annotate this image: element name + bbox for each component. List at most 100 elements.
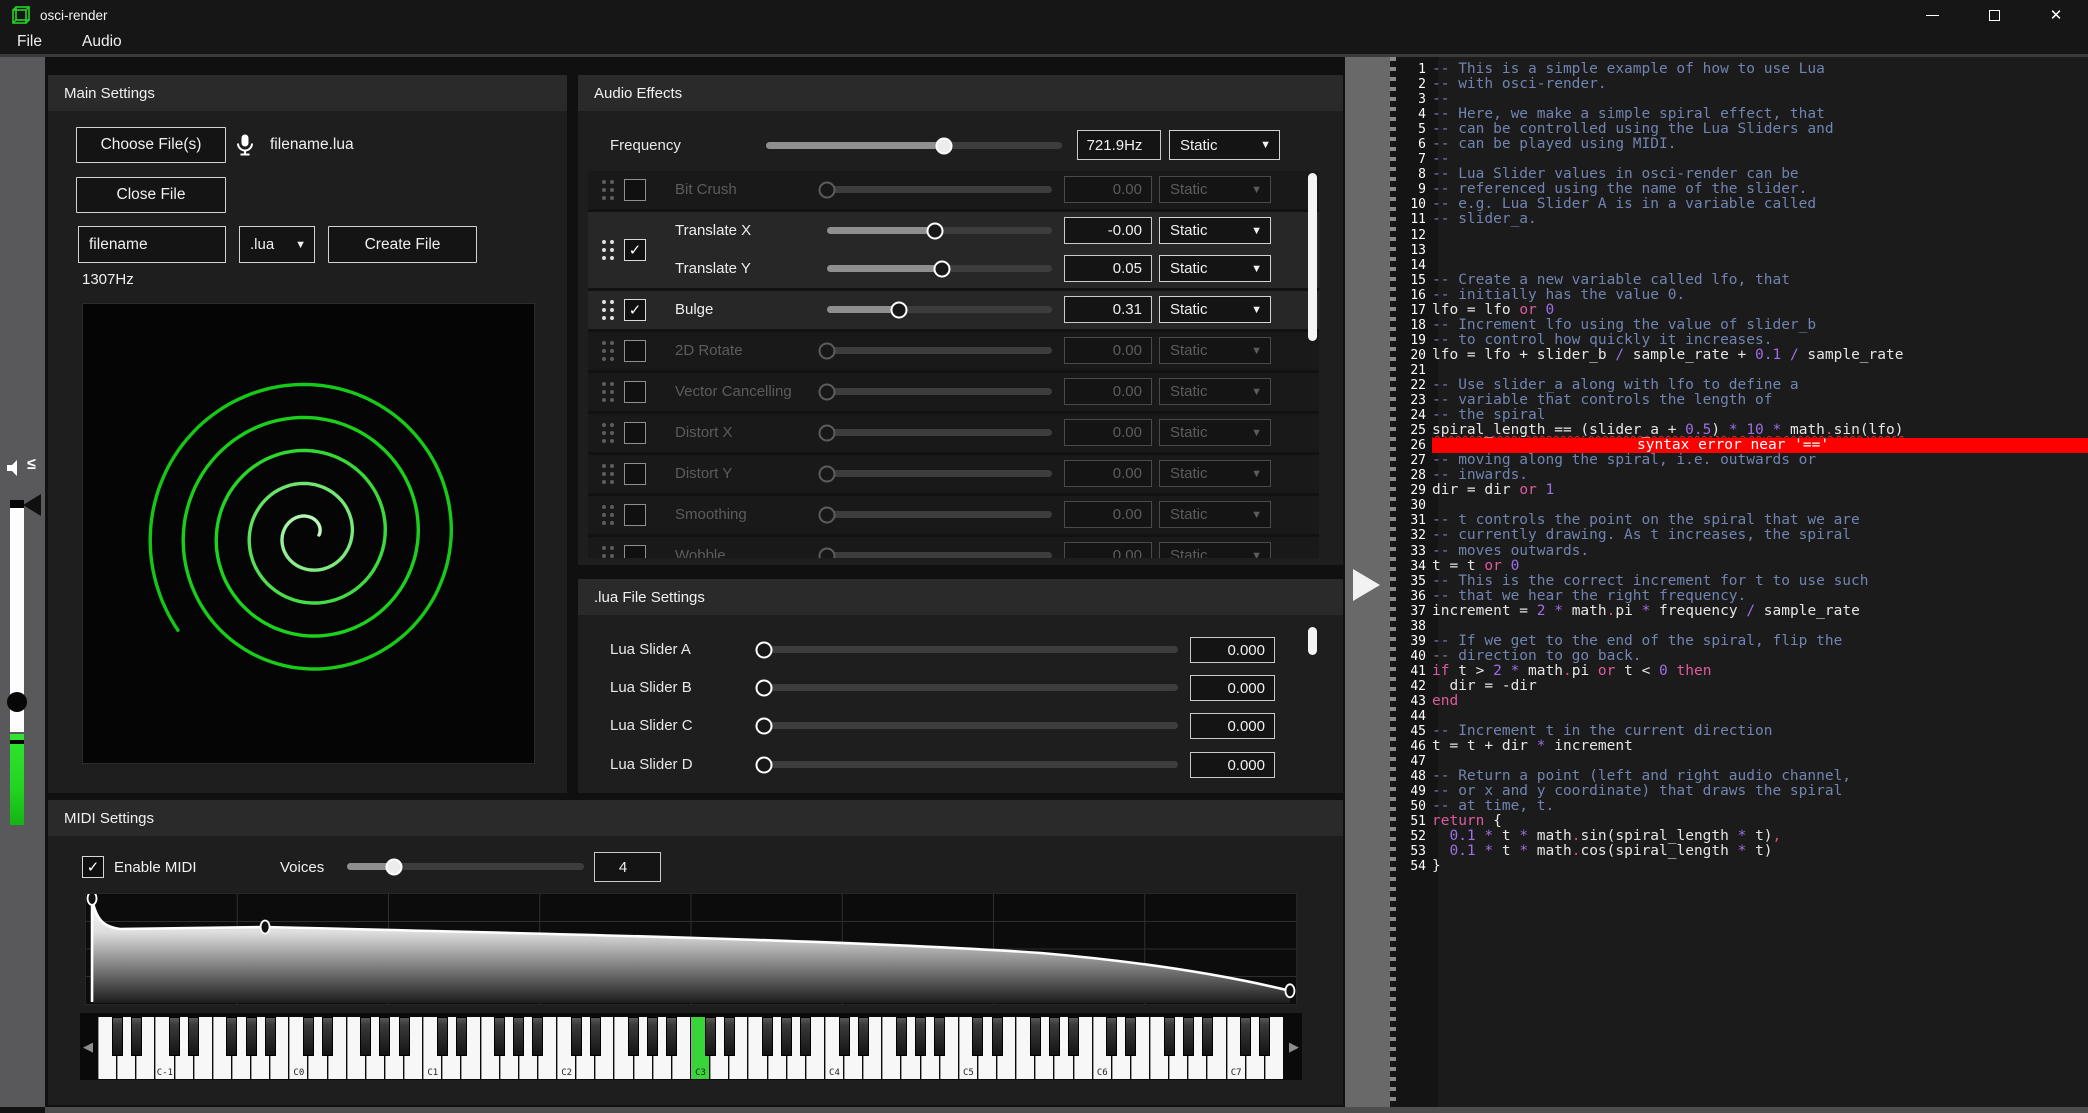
microphone-icon[interactable] (234, 133, 256, 157)
piano-key-black[interactable] (532, 1017, 543, 1056)
effect-slider-thumb[interactable] (819, 465, 836, 482)
voices-value-field[interactable]: 4 (594, 852, 661, 882)
effect-value-field[interactable]: 0.00 (1064, 176, 1152, 203)
effect-value-field[interactable]: 0.00 (1064, 337, 1152, 364)
keyboard-scroll-right-icon[interactable]: ▶ (1289, 1039, 1299, 1055)
piano-key-black[interactable] (456, 1017, 467, 1056)
effect-value-field[interactable]: 0.00 (1064, 460, 1152, 487)
effect-mode-dropdown[interactable]: Static▼ (1159, 501, 1271, 528)
effect-value-field[interactable]: -0.00 (1064, 217, 1152, 244)
effect-checkbox[interactable] (624, 422, 646, 444)
effect-checkbox[interactable]: ✓ (624, 239, 646, 261)
effect-slider-track[interactable] (827, 306, 1052, 313)
piano-key-black[interactable] (1106, 1017, 1117, 1056)
piano-key-black[interactable] (915, 1017, 926, 1056)
effect-slider-track[interactable] (827, 511, 1052, 518)
lua-slider-track[interactable] (764, 761, 1178, 768)
effect-checkbox[interactable]: ✓ (624, 299, 646, 321)
lua-slider-thumb[interactable] (756, 679, 773, 696)
effect-checkbox[interactable] (624, 463, 646, 485)
drag-handle-icon[interactable] (602, 423, 614, 443)
volume-marker-icon[interactable] (23, 494, 41, 516)
effect-slider-thumb[interactable] (819, 547, 836, 558)
effect-slider-thumb[interactable] (927, 222, 944, 239)
envelope-handle[interactable] (261, 921, 270, 934)
piano-key-black[interactable] (188, 1017, 199, 1056)
effect-checkbox[interactable] (624, 179, 646, 201)
effect-value-field[interactable]: 0.05 (1064, 255, 1152, 282)
effect-slider-track[interactable] (827, 388, 1052, 395)
piano-key-black[interactable] (858, 1017, 869, 1056)
lua-slider-thumb[interactable] (756, 756, 773, 773)
menu-file[interactable]: File (17, 33, 42, 51)
piano-key-black[interactable] (112, 1017, 123, 1056)
effects-scrollbar[interactable] (1308, 173, 1317, 341)
effect-slider-thumb[interactable] (891, 301, 908, 318)
frequency-value-field[interactable]: 721.9Hz (1077, 130, 1161, 160)
drag-handle-icon[interactable] (602, 300, 614, 320)
piano-key-black[interactable] (322, 1017, 333, 1056)
code-lines[interactable]: 1-- This is a simple example of how to u… (1396, 62, 2088, 875)
effect-mode-dropdown[interactable]: Static▼ (1159, 419, 1271, 446)
piano-key-black[interactable] (1202, 1017, 1213, 1056)
effect-mode-dropdown[interactable]: Static▼ (1159, 296, 1271, 323)
effect-slider-track[interactable] (827, 265, 1052, 272)
minimize-button[interactable] (1922, 5, 1942, 25)
effect-checkbox[interactable] (624, 381, 646, 403)
drag-handle-icon[interactable] (602, 505, 614, 525)
lua-slider-track[interactable] (764, 722, 1178, 729)
envelope-handle[interactable] (1285, 984, 1294, 997)
piano-key-black[interactable] (1183, 1017, 1194, 1056)
effect-mode-dropdown[interactable]: Static▼ (1159, 378, 1271, 405)
piano-key-black[interactable] (1049, 1017, 1060, 1056)
filename-input[interactable]: filename (78, 226, 226, 263)
lua-value-field[interactable]: 0.000 (1190, 752, 1275, 778)
close-file-button[interactable]: Close File (76, 177, 226, 213)
frequency-mode-dropdown[interactable]: Static ▼ (1169, 130, 1280, 160)
piano-key-black[interactable] (360, 1017, 371, 1056)
effect-slider-track[interactable] (827, 552, 1052, 558)
piano-key-black[interactable] (131, 1017, 142, 1056)
drag-handle-icon[interactable] (602, 240, 614, 260)
piano-key-black[interactable] (666, 1017, 677, 1056)
effect-mode-dropdown[interactable]: Static▼ (1159, 255, 1271, 282)
volume-slider-thumb[interactable] (7, 692, 27, 712)
effect-mode-dropdown[interactable]: Static▼ (1159, 176, 1271, 203)
adsr-envelope[interactable] (85, 893, 1297, 1005)
piano-key-black[interactable] (1125, 1017, 1136, 1056)
piano-key-black[interactable] (972, 1017, 983, 1056)
piano-key-black[interactable] (1030, 1017, 1041, 1056)
effect-checkbox[interactable] (624, 545, 646, 558)
effect-slider-thumb[interactable] (819, 181, 836, 198)
effect-checkbox[interactable] (624, 504, 646, 526)
piano-key-black[interactable] (896, 1017, 907, 1056)
piano-key-black[interactable] (724, 1017, 735, 1056)
piano-key-black[interactable] (494, 1017, 505, 1056)
voices-slider-thumb[interactable] (386, 858, 403, 875)
effect-value-field[interactable]: 0.31 (1064, 296, 1152, 323)
lua-slider-thumb[interactable] (756, 717, 773, 734)
effect-slider-thumb[interactable] (819, 383, 836, 400)
close-button[interactable]: ✕ (2046, 5, 2066, 25)
effect-value-field[interactable]: 0.00 (1064, 542, 1152, 558)
piano-key-black[interactable] (226, 1017, 237, 1056)
piano-key-black[interactable] (437, 1017, 448, 1056)
effect-slider-track[interactable] (827, 429, 1052, 436)
create-file-button[interactable]: Create File (328, 226, 477, 263)
piano-key-black[interactable] (992, 1017, 1003, 1056)
enable-midi-checkbox[interactable]: ✓ (82, 856, 104, 878)
choose-files-button[interactable]: Choose File(s) (76, 127, 226, 163)
drag-handle-icon[interactable] (602, 464, 614, 484)
effect-slider-thumb[interactable] (933, 260, 950, 277)
voices-slider-track[interactable] (347, 863, 584, 870)
frequency-slider-track[interactable] (766, 142, 1062, 149)
effect-mode-dropdown[interactable]: Static▼ (1159, 542, 1271, 558)
lua-slider-track[interactable] (764, 646, 1178, 653)
piano-key-black[interactable] (399, 1017, 410, 1056)
piano-key-black[interactable] (246, 1017, 257, 1056)
piano-key-black[interactable] (169, 1017, 180, 1056)
effect-slider-thumb[interactable] (819, 506, 836, 523)
frequency-slider-thumb[interactable] (935, 137, 952, 154)
extension-dropdown[interactable]: .lua ▼ (239, 226, 315, 263)
menu-audio[interactable]: Audio (82, 33, 122, 51)
